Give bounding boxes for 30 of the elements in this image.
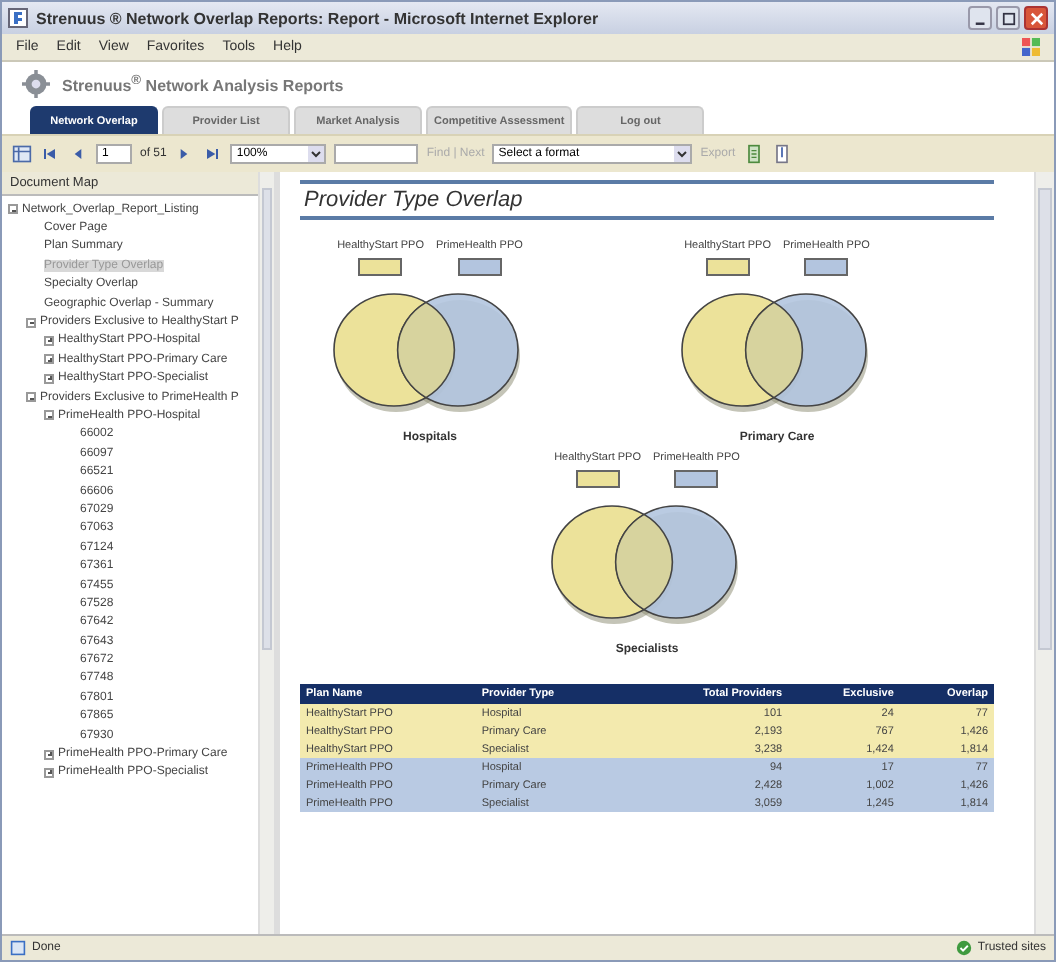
expand-toggle-icon[interactable] <box>44 373 54 384</box>
report-title: Provider Type Overlap <box>300 180 994 220</box>
document-map-icon[interactable] <box>12 144 32 164</box>
check-icon <box>955 940 972 956</box>
expand-toggle-icon[interactable] <box>44 749 54 760</box>
gear-icon <box>22 70 50 98</box>
page-icon <box>10 940 26 956</box>
scrollbar[interactable] <box>258 172 274 934</box>
caret-icon <box>308 146 325 162</box>
close-button[interactable] <box>1024 6 1048 30</box>
windows-logo-icon <box>1022 38 1040 56</box>
expand-toggle-icon[interactable] <box>8 204 18 215</box>
expand-toggle-icon[interactable] <box>44 354 54 365</box>
maximize-button[interactable] <box>996 6 1020 30</box>
browser-icon <box>8 8 28 28</box>
find-field[interactable] <box>334 144 419 164</box>
first-page-icon[interactable] <box>40 144 60 164</box>
minimize-button[interactable] <box>968 6 992 30</box>
app-title: Strenuus$^{®}$ Network Analysis Reports <box>62 73 344 95</box>
expand-toggle-icon[interactable] <box>26 317 36 328</box>
expand-toggle-icon[interactable] <box>26 392 36 403</box>
expand-toggle-icon[interactable] <box>44 410 54 421</box>
maximize-icon <box>1001 11 1015 25</box>
window-title: Strenuus ® Network Overlap Reports: Report - Microsoft Internet Explorer <box>36 9 599 27</box>
scrollbar[interactable] <box>1034 172 1054 934</box>
last-page-icon[interactable] <box>202 144 223 164</box>
expand-toggle-icon[interactable] <box>44 767 54 778</box>
expand-toggle-icon[interactable] <box>44 335 54 346</box>
caret-icon <box>674 146 691 162</box>
close-icon <box>1029 11 1043 25</box>
